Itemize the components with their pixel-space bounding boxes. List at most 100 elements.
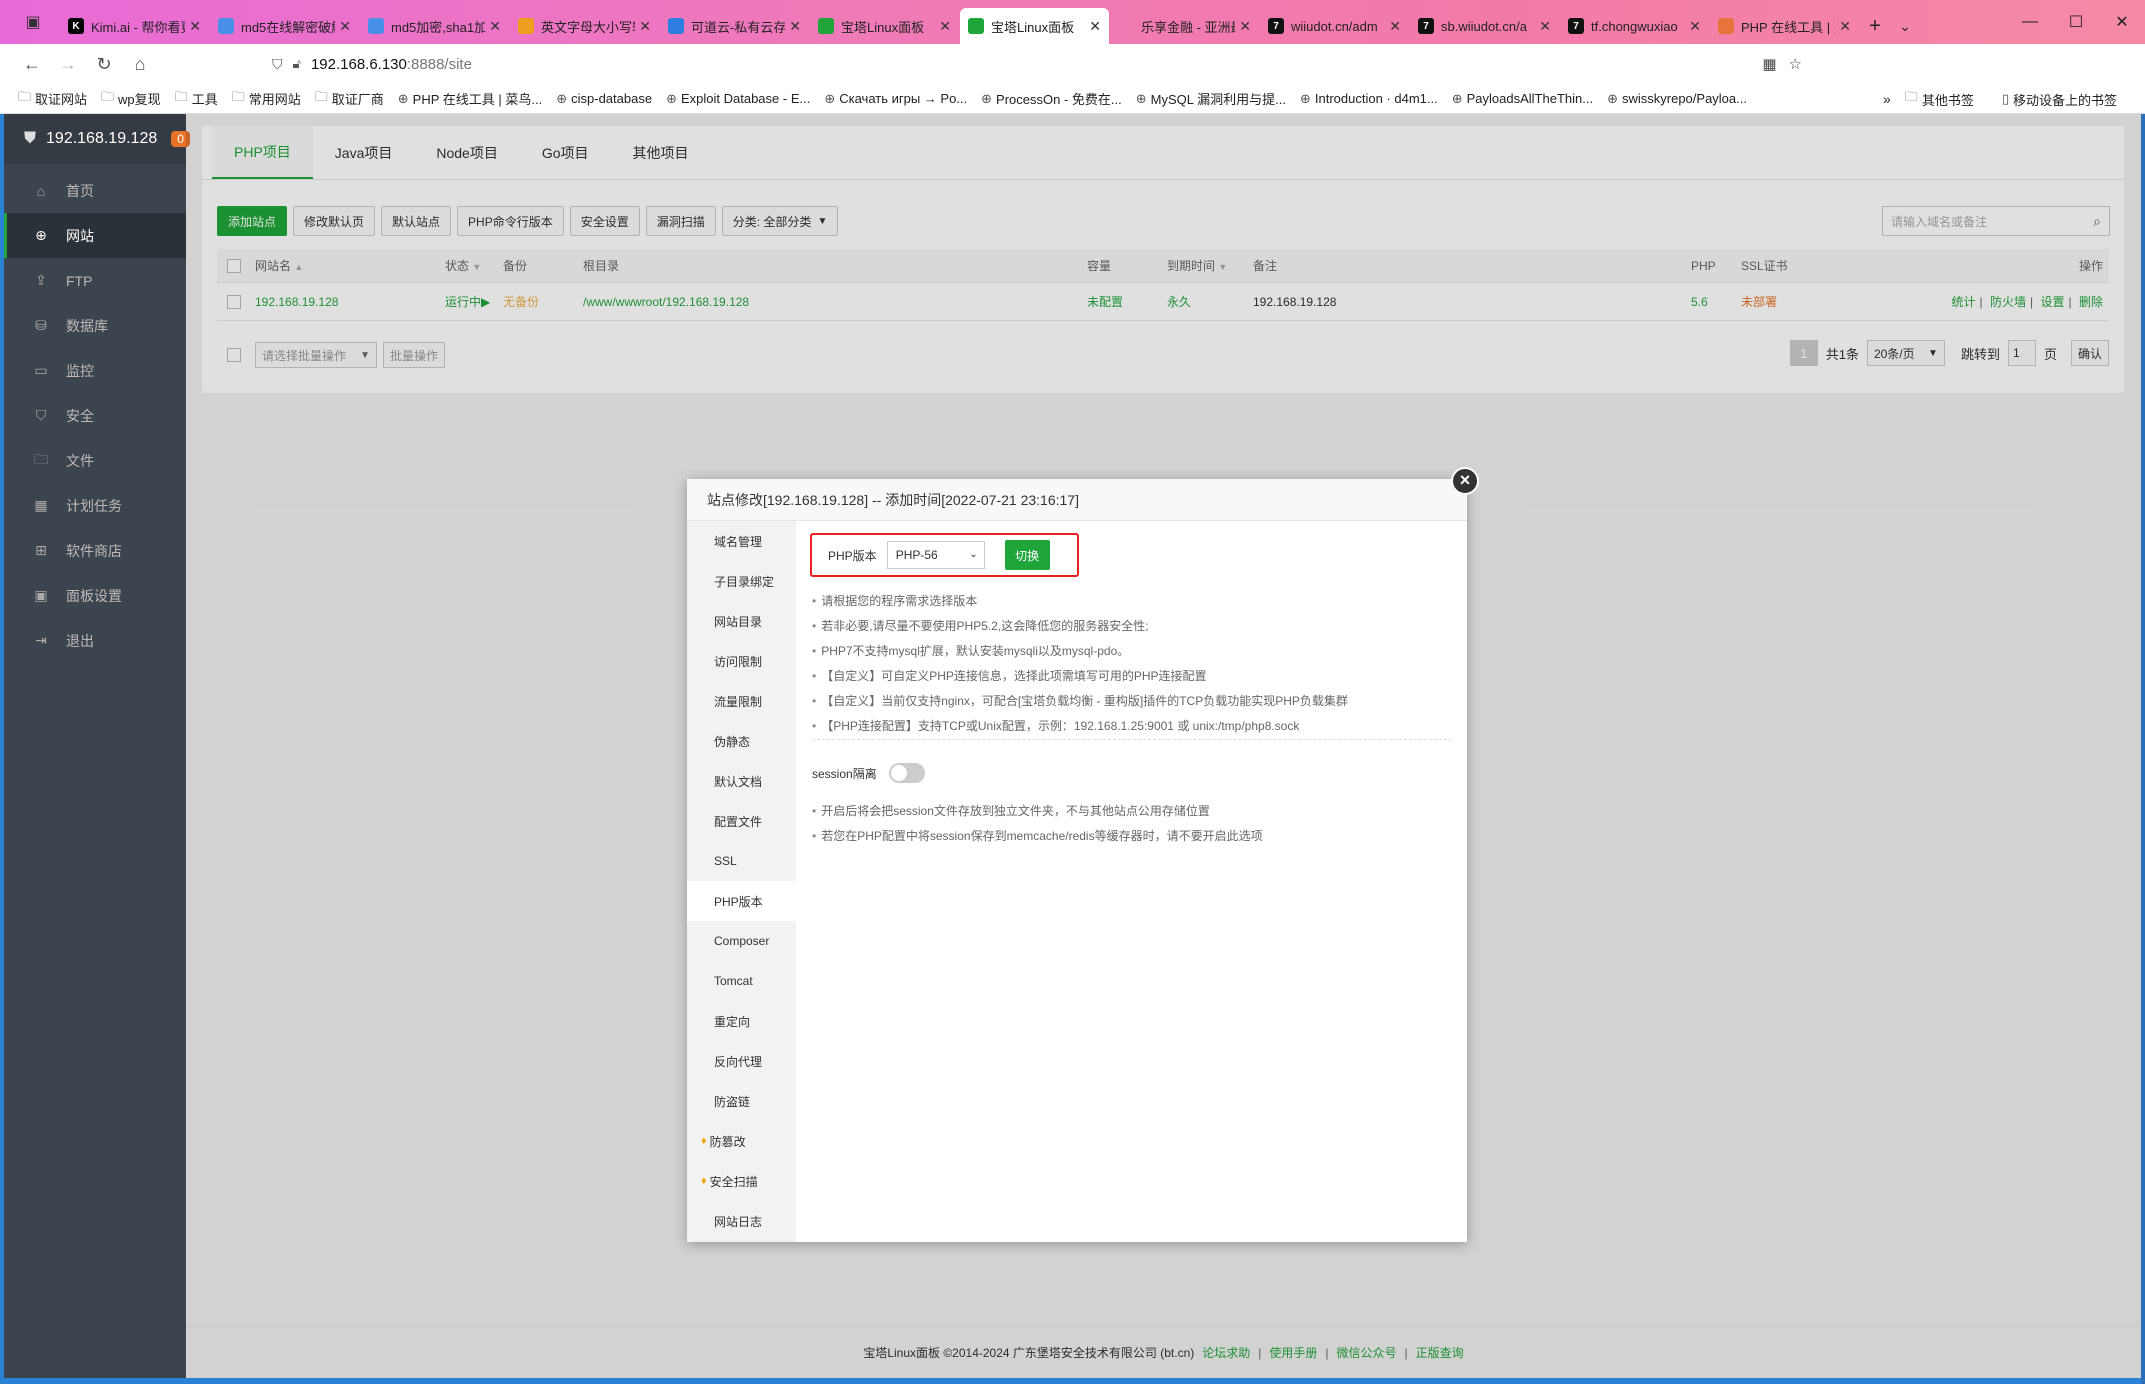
- close-icon[interactable]: ✕: [1839, 18, 1851, 35]
- site-info-icon[interactable]: 🔓︎: [293, 56, 301, 72]
- sidebar-item[interactable]: ⇥ 退出: [4, 618, 186, 663]
- bookmark-star-icon[interactable]: ☆: [1789, 55, 1802, 73]
- browser-tab[interactable]: 乐享金融 - 亚洲最大✕: [1110, 8, 1259, 44]
- reload-icon[interactable]: ↻: [86, 48, 122, 80]
- close-icon[interactable]: ×: [1451, 467, 1479, 495]
- modal-menu-item[interactable]: 域名管理: [687, 521, 796, 561]
- modal-menu-item[interactable]: ♦ 安全扫描: [687, 1161, 796, 1201]
- close-icon[interactable]: ✕: [339, 18, 351, 35]
- modal-menu-item[interactable]: 访问限制: [687, 641, 796, 681]
- mobile-bookmarks[interactable]: ▯ 移动设备上的书签: [2002, 90, 2117, 109]
- forward-icon[interactable]: →: [50, 48, 86, 80]
- minimize-icon[interactable]: —: [2007, 13, 2053, 31]
- modal-menu-item[interactable]: 防盗链: [687, 1081, 796, 1121]
- maximize-icon[interactable]: ☐: [2053, 12, 2099, 32]
- modal-menu-item[interactable]: Composer: [687, 921, 796, 961]
- bookmark-item[interactable]: ⊕ Скачать игры → Po...: [824, 91, 967, 107]
- bookmark-label: PayloadsAllTheThin...: [1466, 91, 1594, 106]
- modal-menu-item[interactable]: 反向代理: [687, 1041, 796, 1081]
- browser-tab[interactable]: 宝塔Linux面板 ✕: [810, 8, 959, 44]
- sidebar-item[interactable]: ⌂ 首页: [4, 168, 186, 213]
- bookmark-item[interactable]: 🗀︎ 取证网站: [18, 88, 87, 110]
- modal-menu-item[interactable]: 子目录绑定: [687, 561, 796, 601]
- bookmark-list: 🗀︎ 取证网站 🗀︎ wp复现 🗀︎ 工具 🗀︎ 常用网站 🗀︎ 取证厂商 ⊕ PHP 在线工具 | …: [18, 88, 1761, 110]
- sidebar-item[interactable]: ▦ 计划任务: [4, 483, 186, 528]
- browser-tab[interactable]: md5加密,sha1加 ✕: [360, 8, 509, 44]
- browser-tab[interactable]: 7 wiiudot.cn/adm ✕: [1260, 8, 1409, 44]
- close-icon[interactable]: ✕: [1389, 18, 1401, 35]
- other-bookmarks[interactable]: 🗀︎ 其他书签: [1905, 88, 1974, 110]
- more-bookmarks-icon[interactable]: »: [1883, 91, 1891, 107]
- browser-tab[interactable]: 7 tf.chongwuxiao ✕: [1560, 8, 1709, 44]
- modal-menu-item[interactable]: 流量限制: [687, 681, 796, 721]
- close-icon[interactable]: ✕: [1689, 18, 1701, 35]
- modal-menu-item[interactable]: 网站日志: [687, 1201, 796, 1241]
- bookmark-item[interactable]: 🗀︎ 常用网站: [232, 88, 301, 110]
- sidebar-item[interactable]: ▣ 面板设置: [4, 573, 186, 618]
- new-tab-button[interactable]: +: [1860, 8, 1890, 44]
- sidebar-item[interactable]: ⛁ 数据库: [4, 303, 186, 348]
- sidebar-item[interactable]: ▭ 监控: [4, 348, 186, 393]
- address-bar[interactable]: ⛉ 🔓︎ 192.168.6.130:8888/site ▦ ☆: [272, 50, 1802, 78]
- tab-list-icon[interactable]: ▣: [6, 0, 60, 44]
- bookmark-item[interactable]: ⊕ PHP 在线工具 | 菜鸟...: [398, 89, 542, 108]
- browser-tab[interactable]: md5在线解密破解 ✕: [210, 8, 359, 44]
- folder-icon: 🗀︎: [231, 88, 245, 104]
- premium-gem-icon: ♦: [701, 1175, 707, 1187]
- modal-menu-item[interactable]: 配置文件: [687, 801, 796, 841]
- browser-tab[interactable]: 可道云-私有云存 ✕: [660, 8, 809, 44]
- bookmark-label: 工具: [191, 92, 218, 107]
- database-icon: ⛁: [35, 317, 47, 333]
- tracking-shield-icon[interactable]: ⛉: [272, 56, 283, 73]
- home-icon[interactable]: ⌂: [122, 48, 158, 80]
- modal-menu-item[interactable]: PHP版本: [687, 881, 796, 921]
- bookmark-item[interactable]: ⊕ ProcessOn - 免费在...: [981, 89, 1122, 108]
- bookmark-item[interactable]: 🗀︎ 取证厂商: [315, 88, 384, 110]
- close-icon[interactable]: ✕: [489, 18, 501, 35]
- bookmark-label: cisp-database: [571, 91, 653, 106]
- bookmark-item[interactable]: ⊕ MySQL 漏洞利用与提...: [1136, 89, 1286, 108]
- tab-title: 乐享金融 - 亚洲最大: [1141, 19, 1235, 35]
- modal-menu-item[interactable]: 重定向: [687, 1001, 796, 1041]
- browser-tab[interactable]: K Kimi.ai - 帮你看更 ✕: [60, 8, 209, 44]
- close-icon[interactable]: ✕: [1539, 18, 1551, 35]
- bookmark-item[interactable]: ⊕ Introduction · d4m1...: [1300, 91, 1438, 107]
- close-icon[interactable]: ✕: [189, 18, 201, 35]
- sidebar-item[interactable]: ⊕ 网站: [4, 213, 186, 258]
- modal-menu-item[interactable]: 网站目录: [687, 601, 796, 641]
- browser-tab[interactable]: 宝塔Linux面板 ✕: [960, 8, 1109, 44]
- bookmark-item[interactable]: 🗀︎ 工具: [175, 88, 218, 110]
- bookmark-item[interactable]: 🗀︎ wp复现: [101, 88, 161, 110]
- switch-button[interactable]: 切换: [1004, 540, 1050, 570]
- close-icon[interactable]: ✕: [1089, 18, 1101, 35]
- modal-menu-item[interactable]: SSL: [687, 841, 796, 881]
- browser-tab[interactable]: 7 sb.wiiudot.cn/a ✕: [1410, 8, 1559, 44]
- tab-title: md5加密,sha1加: [391, 19, 486, 35]
- bookmark-item[interactable]: ⊕ Exploit Database - E...: [666, 91, 810, 107]
- sidebar-item[interactable]: 🗀︎ 文件: [4, 438, 186, 483]
- modal-menu-item[interactable]: ♦ 防篡改: [687, 1121, 796, 1161]
- tab-title: md5在线解密破解: [241, 19, 336, 35]
- sidebar-item[interactable]: ⛉ 安全: [4, 393, 186, 438]
- sidebar-item[interactable]: ⇪ FTP: [4, 258, 186, 303]
- close-icon[interactable]: ✕: [639, 18, 651, 35]
- bookmark-item[interactable]: ⊕ PayloadsAllTheThin...: [1452, 91, 1593, 107]
- modal-menu-item[interactable]: 伪静态: [687, 721, 796, 761]
- browser-tab[interactable]: PHP 在线工具 | 菜✕: [1710, 8, 1859, 44]
- modal-menu-item[interactable]: Tomcat: [687, 961, 796, 1001]
- tab-dropdown-icon[interactable]: ⌄: [1890, 8, 1920, 44]
- sidebar-item[interactable]: ⊞ 软件商店: [4, 528, 186, 573]
- session-toggle[interactable]: [888, 763, 925, 783]
- close-icon[interactable]: ✕: [789, 18, 801, 35]
- browser-tab[interactable]: 英文字母大小写转 ✕: [510, 8, 659, 44]
- bookmark-item[interactable]: ⊕ cisp-database: [556, 91, 652, 107]
- bookmark-item[interactable]: ⊕ swisskyrepo/Payloa...: [1607, 91, 1747, 107]
- php-version-select[interactable]: PHP-56 ⌄: [886, 541, 985, 569]
- close-icon[interactable]: ✕: [1239, 18, 1251, 35]
- php-version-label: PHP版本: [828, 548, 877, 563]
- qr-code-icon[interactable]: ▦: [1762, 55, 1776, 73]
- close-icon[interactable]: ✕: [939, 18, 951, 35]
- modal-menu-item[interactable]: 默认文档: [687, 761, 796, 801]
- close-window-icon[interactable]: ✕: [2099, 12, 2145, 32]
- back-icon[interactable]: ←: [14, 48, 50, 80]
